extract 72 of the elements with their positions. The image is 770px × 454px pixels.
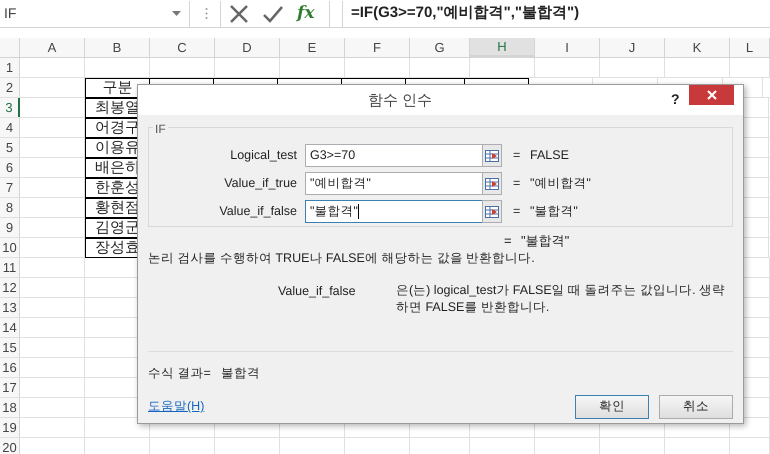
- row-header[interactable]: 5: [0, 138, 20, 157]
- column-header[interactable]: J: [600, 38, 665, 57]
- name-box-text: IF: [4, 4, 16, 23]
- row-header[interactable]: 3: [0, 98, 20, 117]
- check-icon[interactable]: [263, 4, 283, 22]
- function-description: 논리 검사를 수행하여 TRUE나 FALSE에 해당하는 값을 반환합니다.: [148, 250, 536, 267]
- row-header[interactable]: 16: [0, 358, 20, 377]
- equals-sign: =: [504, 232, 513, 250]
- equals-sign: =: [513, 203, 522, 220]
- formula-result-value: 불합격: [220, 364, 260, 382]
- row-header[interactable]: 4: [0, 118, 20, 137]
- column-header[interactable]: D: [215, 38, 280, 57]
- dialog-button[interactable]: 취소: [659, 394, 733, 418]
- row-header[interactable]: 12: [0, 278, 20, 297]
- argument-result: "예비합격": [530, 175, 591, 192]
- argument-label: Value_if_false: [218, 203, 298, 220]
- grip-icon: [205, 7, 208, 20]
- column-header[interactable]: B: [85, 38, 150, 57]
- row-header[interactable]: 7: [0, 178, 20, 197]
- row-header[interactable]: 13: [0, 298, 20, 317]
- row-header[interactable]: 18: [0, 398, 20, 417]
- dialog-title: 함수 인수: [368, 91, 432, 111]
- argument-field[interactable]: "불합격": [305, 200, 483, 223]
- row-header[interactable]: 1: [0, 58, 20, 77]
- column-header[interactable]: L: [730, 38, 770, 57]
- column-header[interactable]: I: [535, 38, 600, 57]
- argument-result: "불합격": [530, 203, 578, 220]
- argument-label: Value_if_true: [223, 175, 298, 192]
- collapse-dialog-button[interactable]: [482, 172, 502, 195]
- result-value: "불합격": [521, 232, 570, 250]
- text-cursor: [358, 204, 359, 219]
- range-select-icon: [485, 206, 499, 218]
- close-icon: [706, 90, 716, 100]
- close-button[interactable]: [689, 85, 734, 105]
- row-header[interactable]: 10: [0, 238, 20, 257]
- collapse-dialog-button[interactable]: [482, 144, 502, 167]
- argument-result: FALSE: [530, 147, 569, 164]
- range-select-icon: [485, 178, 499, 190]
- row-header[interactable]: 9: [0, 218, 20, 237]
- close-icon[interactable]: [229, 4, 249, 24]
- column-header[interactable]: K: [665, 38, 730, 57]
- collapse-dialog-button[interactable]: [482, 200, 502, 223]
- equals-sign: =: [513, 175, 522, 192]
- argument-field[interactable]: G3>=70: [305, 144, 483, 167]
- row-header[interactable]: 2: [0, 78, 20, 97]
- row-header[interactable]: 8: [0, 198, 20, 217]
- column-header[interactable]: A: [20, 38, 85, 57]
- help-button[interactable]: ?: [671, 89, 680, 110]
- formula-field[interactable]: =IF(G3>=70,"예비합격","불합격"): [342, 0, 770, 26]
- row-header[interactable]: 11: [0, 258, 20, 277]
- insert-function-button[interactable]: fx: [297, 5, 314, 22]
- argument-field[interactable]: "예비합격": [305, 172, 483, 195]
- range-select-icon: [485, 150, 499, 162]
- dropdown-arrow-icon: [172, 11, 181, 16]
- row-header[interactable]: 17: [0, 378, 20, 397]
- column-header[interactable]: E: [280, 38, 345, 57]
- argument-description: 은(는) logical_test가 FALSE일 때 돌려주는 값입니다. 생략하면 FALSE를 반환합니다.: [396, 282, 726, 316]
- column-header[interactable]: F: [345, 38, 410, 57]
- row-header[interactable]: 15: [0, 338, 20, 357]
- argument-name: Value_if_false: [278, 282, 357, 300]
- formula-result-label: 수식 결과=: [148, 364, 211, 382]
- row-header[interactable]: 6: [0, 158, 20, 177]
- dialog-button[interactable]: 확인: [575, 394, 649, 418]
- column-header[interactable]: C: [150, 38, 215, 57]
- row-header[interactable]: 20: [0, 438, 20, 454]
- equals-sign: =: [513, 147, 522, 164]
- column-header[interactable]: H: [470, 38, 535, 57]
- help-link[interactable]: 도움말(H): [148, 397, 204, 416]
- name-box[interactable]: IF: [0, 0, 190, 26]
- argument-label: Logical_test: [229, 147, 298, 164]
- row-header[interactable]: 14: [0, 318, 20, 337]
- row-header[interactable]: 19: [0, 418, 20, 437]
